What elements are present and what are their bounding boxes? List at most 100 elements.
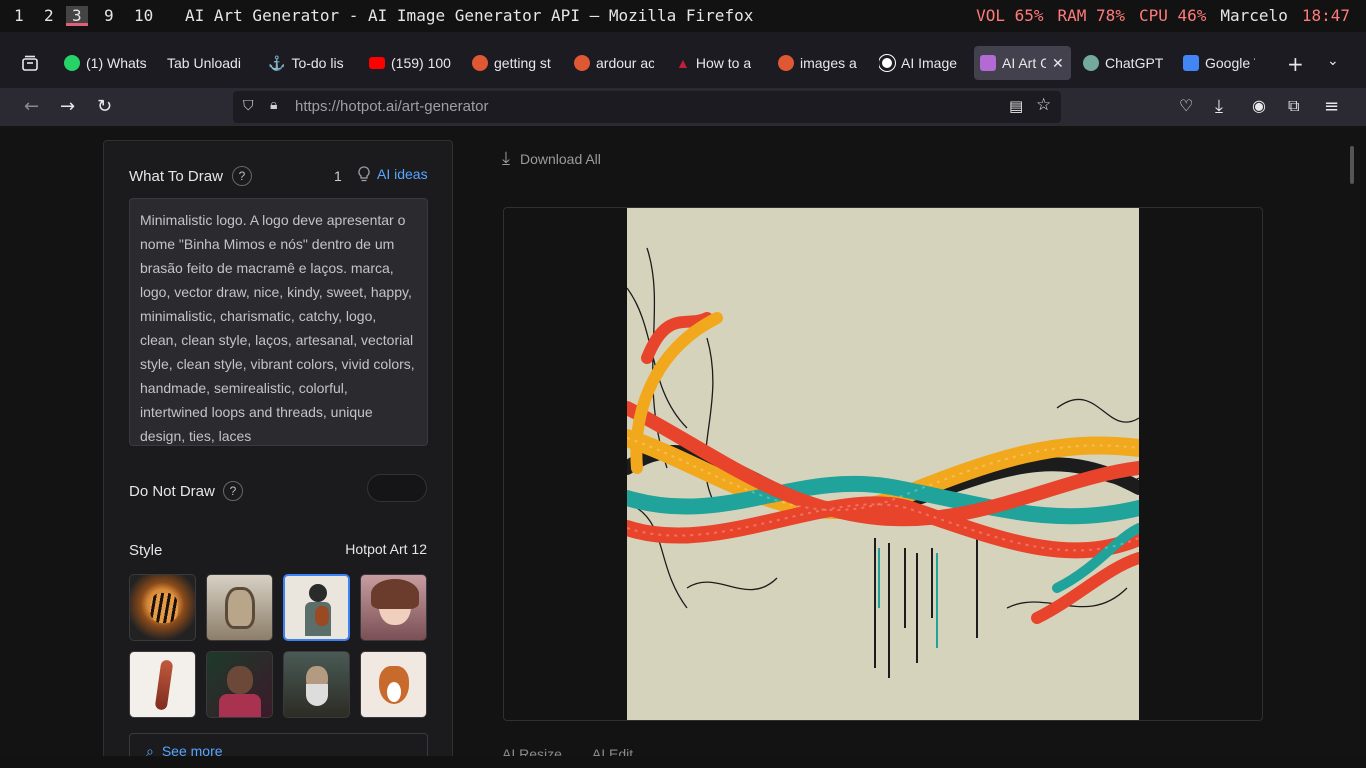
clock: 18:47 <box>1301 6 1350 25</box>
wm-status-bar: 1 2 3 9 10 AI Art Generator - AI Image G… <box>0 0 1366 32</box>
list-tabs-chevron-icon[interactable]: ⌄ <box>1327 53 1339 69</box>
workspace-9[interactable]: 9 <box>104 6 114 26</box>
see-more-button[interactable]: ⌕ See more <box>129 733 428 756</box>
result-frame <box>503 207 1263 721</box>
lock-icon[interactable]: 🔒︎ <box>270 97 277 113</box>
google-translate-icon <box>1183 55 1199 71</box>
url-text[interactable]: https://hotpot.ai/art-generator <box>295 98 488 115</box>
prompt-count: 1 <box>334 168 342 184</box>
tab-ai-art-active[interactable]: AI Art G ✕ <box>974 46 1071 80</box>
selected-style-name: Hotpot Art 12 <box>345 541 427 557</box>
ram-status: RAM 78% <box>1057 6 1125 25</box>
style-label: Style <box>129 542 163 559</box>
style-thumb-robot-bull[interactable] <box>206 574 273 641</box>
what-to-draw-help-icon[interactable]: ? <box>232 166 252 186</box>
generated-image[interactable] <box>627 208 1139 720</box>
tab-whatsapp[interactable]: (1) Whats <box>64 46 148 80</box>
downloads-icon[interactable]: ⤓ <box>1215 96 1223 117</box>
style-thumb-tiger[interactable] <box>129 574 196 641</box>
image-tools: AI Resize AI Edit <box>502 746 633 756</box>
ai-ideas-label: AI ideas <box>377 166 428 182</box>
see-more-label: See more <box>161 743 223 756</box>
tab-chatgpt[interactable]: ChatGPT <box>1083 46 1169 80</box>
ink-drips <box>874 538 978 678</box>
tab-label: ChatGPT <box>1105 55 1164 71</box>
reload-icon[interactable]: ↻ <box>97 96 112 117</box>
close-tab-icon[interactable]: ✕ <box>1052 55 1064 72</box>
settings-panel: What To Draw ? 1 AI ideas Minimalistic l… <box>103 140 453 756</box>
back-icon[interactable]: ← <box>24 96 39 117</box>
duckduckgo-icon <box>472 55 488 71</box>
url-path: /art-generator <box>397 98 489 115</box>
cpu-status: CPU 46% <box>1138 6 1207 25</box>
download-icon: ⤓ <box>502 148 510 168</box>
pocket-icon[interactable]: ♡ <box>1179 96 1193 115</box>
tab-label: Tab Unloadi <box>167 55 241 71</box>
do-not-draw-toggle[interactable] <box>367 474 427 502</box>
window-title: AI Art Generator - AI Image Generator AP… <box>185 6 754 25</box>
reader-view-icon[interactable]: ▤ <box>1009 97 1023 115</box>
workspace-1[interactable]: 1 <box>14 6 24 26</box>
bottom-strip <box>0 756 1366 768</box>
tab-unloader[interactable]: Tab Unloadi <box>167 46 247 80</box>
username: Marcelo <box>1220 6 1288 25</box>
new-tab-icon[interactable]: + <box>1287 52 1304 76</box>
page-scrollbar[interactable] <box>1350 146 1354 184</box>
whatsapp-icon <box>64 55 80 71</box>
ai-edit-button[interactable]: AI Edit <box>592 746 633 756</box>
workspace-10[interactable]: 10 <box>134 6 153 26</box>
tab-label: (159) 100 <box>391 55 451 71</box>
anchor-icon: ⚓ <box>268 54 286 71</box>
tab-ai-image[interactable]: AI Image <box>879 46 959 80</box>
url-bar[interactable]: ⛉ 🔒︎ https://hotpot.ai/art-generator ▤ ☆ <box>233 91 1061 123</box>
tab-todo[interactable]: ⚓ To-do lis <box>268 46 348 80</box>
style-thumb-warrior[interactable] <box>206 651 273 718</box>
ai-ideas-button[interactable]: AI ideas <box>357 166 428 182</box>
tab-getting-started[interactable]: getting st <box>472 46 552 80</box>
rope-artwork <box>627 247 1139 678</box>
ai-resize-button[interactable]: AI Resize <box>502 746 562 756</box>
tab-label: getting st <box>494 55 551 71</box>
download-all-button[interactable]: ⤓ Download All <box>502 148 601 169</box>
do-not-draw-help-icon[interactable]: ? <box>223 481 243 501</box>
forward-icon[interactable]: → <box>60 96 75 117</box>
tab-label: images a <box>800 55 857 71</box>
style-thumb-old-man[interactable] <box>283 651 350 718</box>
tab-ardour[interactable]: ardour ac <box>574 46 654 80</box>
tab-overview-icon[interactable] <box>21 54 39 77</box>
style-thumb-anime-girl[interactable] <box>360 574 427 641</box>
system-stats: VOL 65% RAM 78% CPU 46% Marcelo 18:47 <box>976 6 1350 25</box>
url-host: https://hotpot.ai <box>295 98 398 115</box>
tab-youtube[interactable]: (159) 100 <box>369 46 451 80</box>
account-icon[interactable]: ◉ <box>1252 96 1266 115</box>
style-grid <box>129 574 429 718</box>
tab-label: ardour ac <box>596 55 654 71</box>
bookmark-star-icon[interactable]: ☆ <box>1036 95 1051 115</box>
tab-images[interactable]: images a <box>778 46 858 80</box>
tab-how-to[interactable]: ▲ How to a <box>676 46 756 80</box>
extensions-icon[interactable]: ⧉ <box>1288 96 1299 116</box>
style-thumb-fox-logo[interactable] <box>360 651 427 718</box>
style-thumb-violinist[interactable] <box>283 574 350 641</box>
workspace-2[interactable]: 2 <box>44 6 54 26</box>
shield-icon[interactable]: ⛉ <box>243 98 254 114</box>
prompt-textarea[interactable]: Minimalistic logo. A logo deve apresenta… <box>129 198 428 446</box>
tab-label: (1) Whats <box>86 55 147 71</box>
tab-label: AI Art G <box>1002 55 1046 71</box>
what-to-draw-label: What To Draw <box>129 168 223 185</box>
navigation-toolbar: ← → ↻ ⛉ 🔒︎ https://hotpot.ai/art-generat… <box>0 88 1366 126</box>
arch-icon: ▲ <box>676 55 690 71</box>
tab-google-translate[interactable]: Google T <box>1183 46 1255 80</box>
download-all-label: Download All <box>519 150 601 167</box>
do-not-draw-label: Do Not Draw <box>129 483 215 500</box>
menu-icon[interactable]: ≡ <box>1324 96 1339 117</box>
tab-label: How to a <box>695 55 752 71</box>
workspace-3[interactable]: 3 <box>66 6 88 26</box>
page-content: What To Draw ? 1 AI ideas Minimalistic l… <box>0 126 1366 756</box>
openai-icon <box>879 55 895 71</box>
youtube-icon <box>369 57 385 69</box>
hotpot-icon <box>980 55 996 71</box>
rope-strands <box>627 312 1139 624</box>
tab-label: Google T <box>1205 55 1255 71</box>
style-thumb-mannequin[interactable] <box>129 651 196 718</box>
